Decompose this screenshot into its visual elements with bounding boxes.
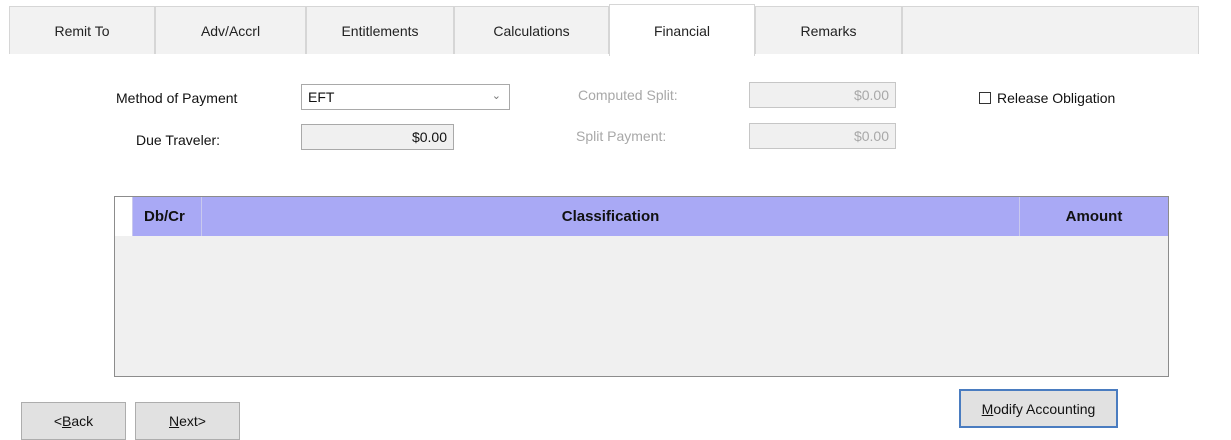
grid-header: Db/Cr Classification Amount bbox=[115, 197, 1168, 236]
tab-label: Calculations bbox=[493, 22, 570, 39]
method-of-payment-label: Method of Payment bbox=[116, 90, 238, 106]
tab-remit-to[interactable]: Remit To bbox=[9, 6, 155, 54]
tab-calculations[interactable]: Calculations bbox=[454, 6, 609, 54]
checkbox-icon bbox=[979, 92, 991, 104]
computed-split-label: Computed Split: bbox=[578, 87, 678, 103]
back-button-prefix: < bbox=[53, 413, 63, 429]
due-traveler-label: Due Traveler: bbox=[136, 132, 221, 148]
tab-bar: Remit To Adv/Accrl Entitlements Calculat… bbox=[9, 4, 1199, 56]
next-button-label: ext> bbox=[179, 413, 206, 429]
back-button-mnemonic: B bbox=[62, 413, 72, 429]
release-obligation-checkbox[interactable]: Release Obligation bbox=[979, 90, 1115, 106]
tab-label: Financial bbox=[653, 22, 711, 39]
method-of-payment-value: EFT bbox=[308, 89, 335, 105]
tab-bar-filler bbox=[902, 6, 1199, 54]
column-header-classification[interactable]: Classification bbox=[202, 197, 1020, 236]
modify-accounting-label: odify Accounting bbox=[993, 400, 1096, 417]
split-payment-label: Split Payment: bbox=[576, 128, 667, 144]
column-header-db-cr[interactable]: Db/Cr bbox=[133, 197, 202, 236]
release-obligation-label: Release Obligation bbox=[997, 90, 1116, 106]
accounting-grid[interactable]: Db/Cr Classification Amount bbox=[114, 196, 1169, 377]
tab-financial[interactable]: Financial bbox=[609, 4, 755, 56]
tab-label: Remarks bbox=[800, 22, 857, 39]
next-button-mnemonic: N bbox=[169, 413, 180, 429]
method-of-payment-select[interactable]: EFT ⌄ bbox=[301, 84, 510, 110]
split-payment-field: $0.00 bbox=[749, 123, 896, 149]
tab-remarks[interactable]: Remarks bbox=[755, 6, 902, 54]
computed-split-field: $0.00 bbox=[749, 82, 896, 108]
due-traveler-field[interactable]: $0.00 bbox=[301, 124, 454, 150]
tab-adv-accrl[interactable]: Adv/Accrl bbox=[155, 6, 306, 54]
tab-label: Remit To bbox=[54, 22, 110, 39]
tab-label: Entitlements bbox=[341, 22, 419, 39]
next-button[interactable]: Next> bbox=[135, 402, 240, 440]
tab-label: Adv/Accrl bbox=[200, 22, 261, 39]
back-button-label: ack bbox=[71, 413, 94, 429]
modify-accounting-button[interactable]: Modify Accounting bbox=[959, 389, 1118, 428]
chevron-down-icon: ⌄ bbox=[491, 90, 501, 102]
tab-entitlements[interactable]: Entitlements bbox=[306, 6, 454, 54]
grid-row-selector-header bbox=[115, 197, 133, 236]
back-button[interactable]: < Back bbox=[21, 402, 126, 440]
modify-accounting-mnemonic: M bbox=[981, 400, 994, 417]
column-header-amount[interactable]: Amount bbox=[1020, 197, 1168, 236]
